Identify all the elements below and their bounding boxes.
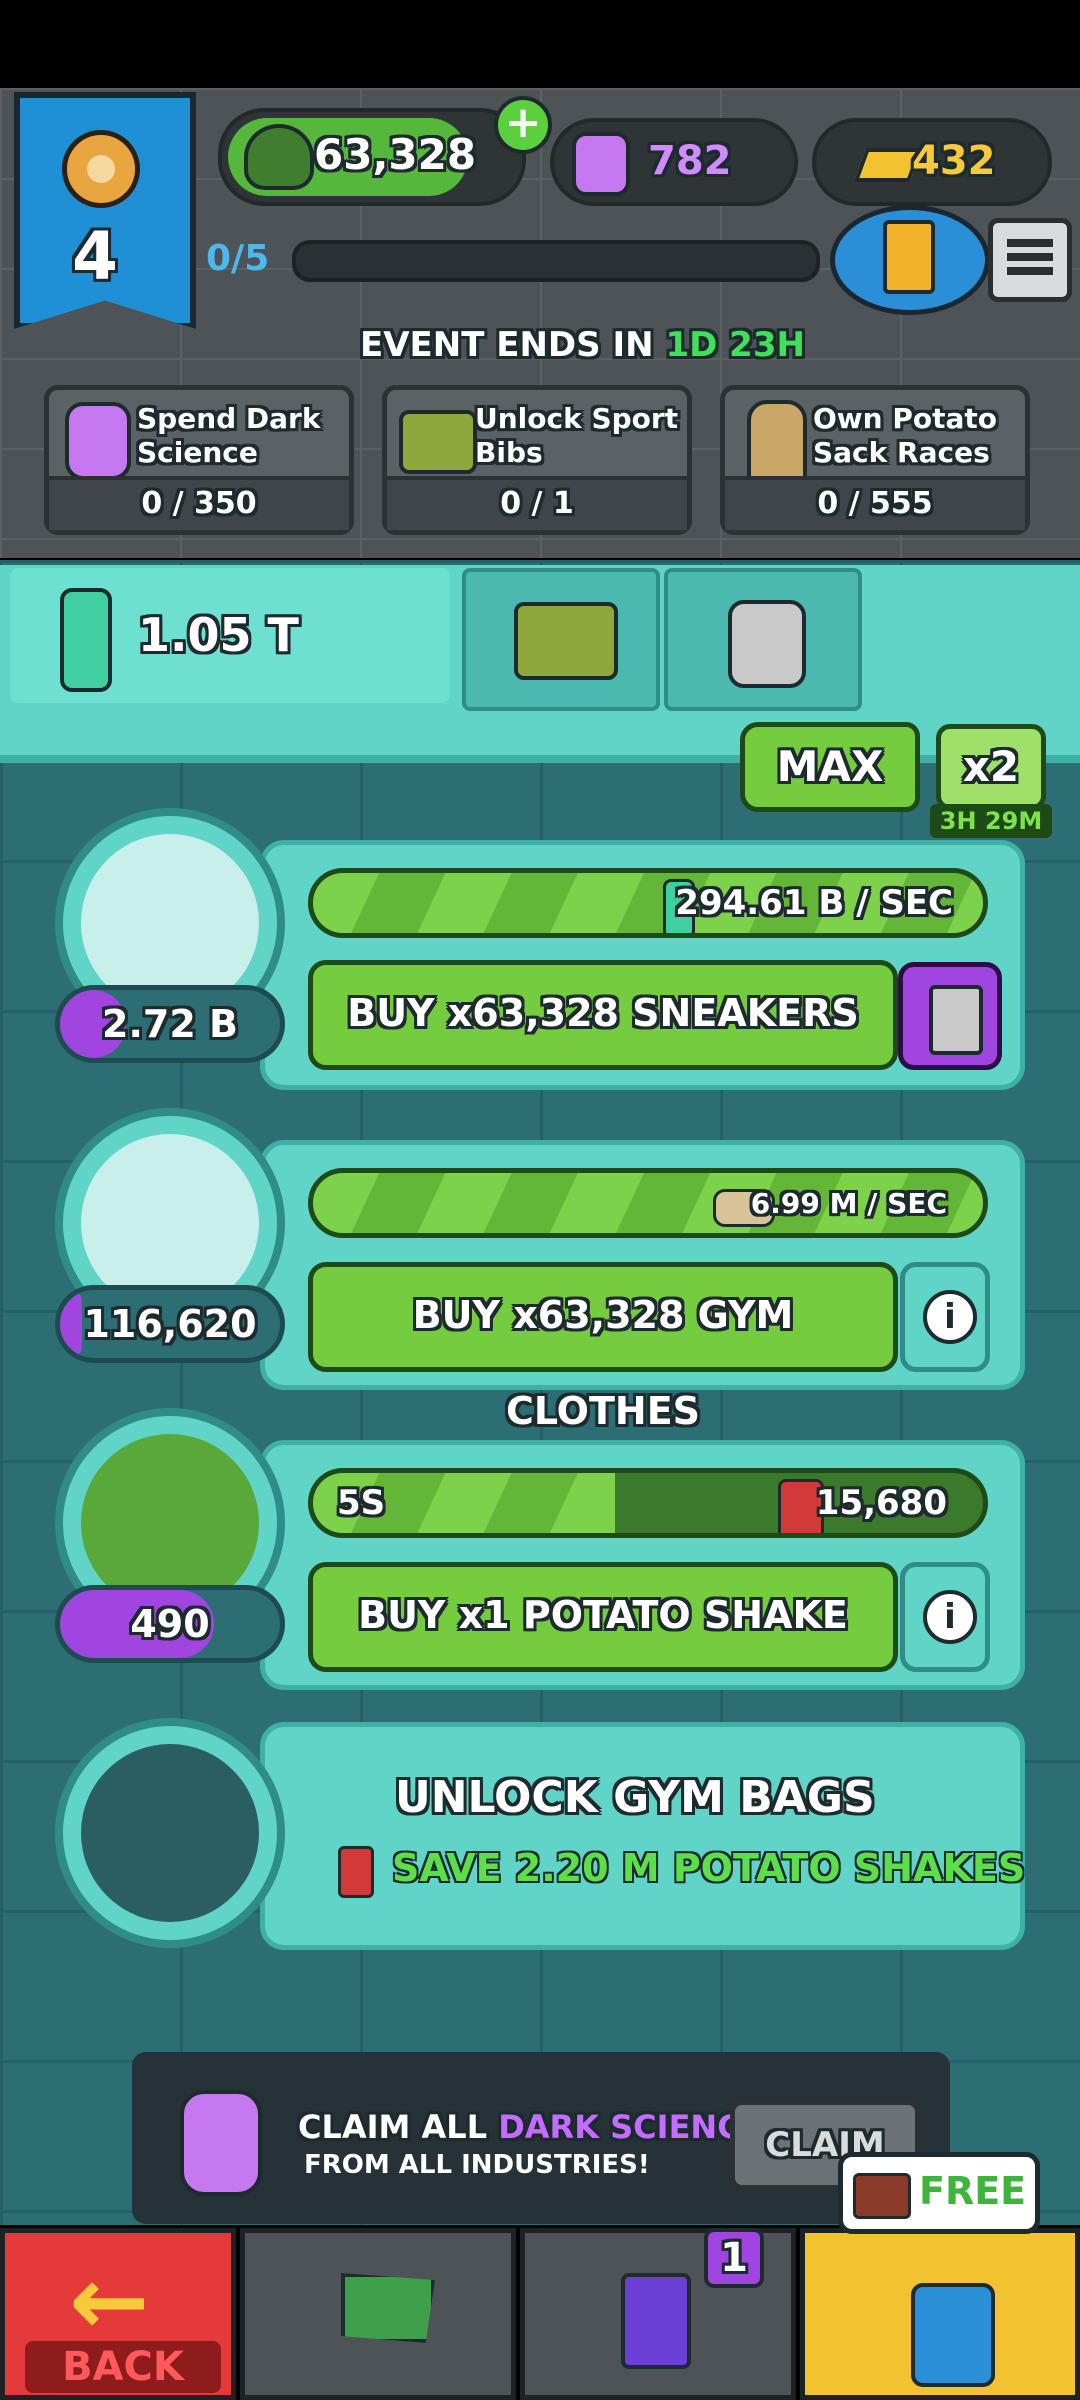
event-card-spend-dark-science[interactable]: Spend Dark Science 0 / 350	[44, 385, 354, 535]
potato-shake-timer: 5S	[337, 1483, 386, 1523]
event-ends-days: 1D	[665, 325, 718, 365]
event-ends-label: EVENT ENDS IN	[360, 325, 654, 365]
dark-science-pill[interactable]: 782	[550, 118, 798, 206]
event-card-own-potato-sack-races[interactable]: Own Potato Sack Races 0 / 555	[720, 385, 1030, 535]
helmet-currency-pill[interactable]: 63,328	[218, 108, 526, 206]
unlock-gym-bags-subtitle: SAVE 2.20 M POTATO SHAKES	[392, 1846, 1026, 1890]
sport-bib-icon	[399, 410, 477, 474]
sneakers-owned-pill: 2.72 B	[55, 985, 285, 1063]
gym-bag-lock-icon	[81, 1744, 259, 1922]
sneakers-owned: 2.72 B	[102, 1002, 238, 1046]
army-helmet-icon	[244, 124, 314, 190]
dark-science-jar-icon	[572, 132, 630, 196]
back-button[interactable]: ← BACK	[0, 2228, 236, 2400]
gym-clothes-owned: 116,620	[83, 1302, 257, 1346]
event-ends-text: EVENT ENDS IN 1D 23H	[360, 325, 805, 365]
nav-shop-button[interactable]	[800, 2228, 1080, 2400]
claim-text-highlight: DARK SCIENCE	[498, 2108, 763, 2146]
potato-shake-rate: 15,680	[815, 1483, 947, 1523]
lock-icon	[728, 600, 806, 688]
level-number: 4	[72, 218, 118, 295]
event-card-unlock-sport-bibs[interactable]: Unlock Sport Bibs 0 / 1	[382, 385, 692, 535]
buy-gym-clothes-button[interactable]: BUY x63,328 GYM CLOTHES	[308, 1262, 898, 1433]
gym-clothes-owned-pill: 116,620	[55, 1285, 285, 1363]
back-label: BACK	[25, 2341, 221, 2393]
menu-button[interactable]	[988, 218, 1072, 302]
event-card-label: Own Potato Sack Races	[813, 402, 998, 469]
potato-shake-icon	[338, 1846, 374, 1898]
potato-sack-racer-icon	[747, 400, 807, 484]
free-label: FREE	[919, 2169, 1027, 2213]
event-card-label: Unlock Sport Bibs	[475, 402, 679, 469]
potato-shake-owned-pill: 490	[55, 1585, 285, 1663]
unlock-gym-bags-panel	[260, 1722, 1025, 1950]
event-card-label: Spend Dark Science	[137, 402, 321, 469]
sneakers-rate-bar: 294.61 B / SEC	[308, 868, 988, 938]
gym-bags-circle	[55, 1718, 285, 1948]
potato-shake-owned: 490	[130, 1602, 210, 1646]
cards-badge: 1	[704, 2228, 764, 2288]
water-bottle-icon	[60, 588, 112, 692]
flag-icon	[341, 2273, 435, 2343]
tab-water-bottles[interactable]: 1.05 T	[10, 568, 450, 703]
unlock-gym-bags-title: UNLOCK GYM BAGS	[395, 1772, 875, 1823]
event-card-count: 0 / 555	[725, 476, 1025, 530]
gold-pill[interactable]: 432	[812, 118, 1052, 206]
shopping-bag-icon	[911, 2283, 995, 2387]
free-offer-badge[interactable]: FREE	[838, 2152, 1040, 2234]
potato-shake-rate-bar: 5S 15,680	[308, 1468, 988, 1538]
info-icon: i	[923, 1290, 977, 1344]
tab-sport-bibs[interactable]	[462, 568, 660, 711]
gold-value: 432	[912, 138, 996, 184]
potato-shake-info-button[interactable]: i	[900, 1562, 990, 1672]
dark-science-jar-icon	[180, 2090, 262, 2196]
info-icon: i	[923, 1590, 977, 1644]
buy-sneakers-button[interactable]: BUY x63,328 SNEAKERS	[308, 960, 898, 1070]
sneakers-rate: 294.61 B / SEC	[675, 883, 953, 923]
progress-label: 0/5	[206, 238, 270, 279]
boost-x2-button[interactable]: x2	[936, 724, 1046, 810]
tab-main-value: 1.05 T	[138, 608, 299, 662]
max-button[interactable]: MAX	[740, 722, 920, 812]
card-upgrade-icon	[929, 985, 983, 1055]
stopwatch-icon	[62, 130, 140, 208]
add-currency-button[interactable]: +	[494, 96, 552, 154]
boost-timer: 3H 29M	[930, 804, 1052, 838]
cards-icon	[621, 2273, 691, 2369]
event-card-count: 0 / 350	[49, 476, 349, 530]
gym-clothes-rate-bar: 6.99 M / SEC	[308, 1168, 988, 1238]
treasure-chest-icon	[853, 2173, 911, 2219]
helmet-currency-value: 63,328	[314, 130, 477, 179]
dark-science-jar-icon	[65, 402, 131, 480]
hamburger-icon	[1007, 239, 1053, 275]
buy-potato-shake-button[interactable]: BUY x1 POTATO SHAKE	[308, 1562, 898, 1672]
nav-flag-button[interactable]	[240, 2228, 516, 2400]
tab-locked[interactable]	[664, 568, 862, 711]
laurel-card-badge[interactable]	[830, 205, 990, 315]
claim-text-line2: FROM ALL INDUSTRIES!	[304, 2150, 650, 2180]
progress-bar	[292, 240, 820, 282]
card-upgrade-button[interactable]	[898, 962, 1002, 1070]
event-card-count: 0 / 1	[387, 476, 687, 530]
gym-clothes-info-button[interactable]: i	[900, 1262, 990, 1372]
claim-text-line1: CLAIM ALL DARK SCIENCE	[298, 2108, 763, 2146]
card-icon	[883, 220, 935, 294]
dark-science-value: 782	[648, 138, 732, 184]
claim-text-prefix: CLAIM ALL	[298, 2108, 488, 2146]
back-arrow-icon: ←	[69, 2245, 150, 2357]
sport-bib-icon	[514, 602, 618, 680]
gym-clothes-rate: 6.99 M / SEC	[750, 1187, 947, 1220]
event-ends-hours: 23H	[729, 325, 805, 365]
